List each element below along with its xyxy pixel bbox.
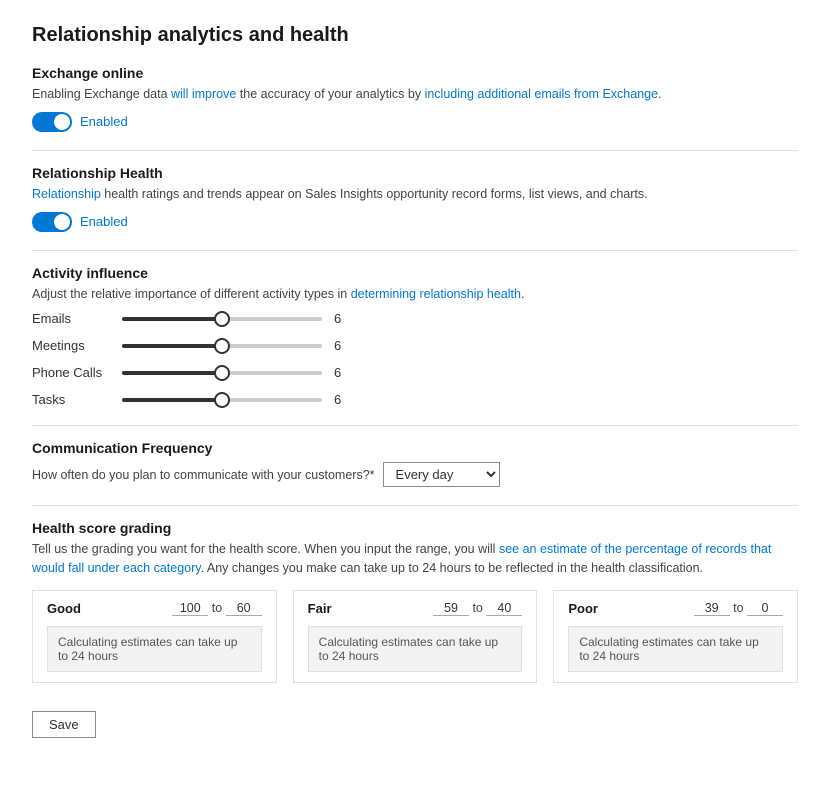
exchange-online-toggle[interactable] bbox=[32, 112, 72, 132]
relationship-health-description: Relationship health ratings and trends a… bbox=[32, 185, 798, 204]
slider-value-3: 6 bbox=[334, 392, 350, 407]
exchange-online-section: Exchange online Enabling Exchange data w… bbox=[32, 65, 798, 132]
slider-row: Emails 6 bbox=[32, 311, 798, 326]
health-cards-container: Good to Calculating estimates can take u… bbox=[32, 590, 798, 683]
slider-track-2 bbox=[122, 371, 322, 375]
divider-1 bbox=[32, 150, 798, 151]
health-score-grading-section: Health score grading Tell us the grading… bbox=[32, 520, 798, 683]
health-card-header-2: Poor to bbox=[568, 601, 783, 616]
health-card-to-2[interactable] bbox=[747, 601, 783, 616]
sliders-container: Emails 6 Meetings 6 Phone Calls 6 Tasks 6 bbox=[32, 311, 798, 407]
health-card-to-0[interactable] bbox=[226, 601, 262, 616]
health-score-grading-heading: Health score grading bbox=[32, 520, 798, 536]
slider-label-phone-calls: Phone Calls bbox=[32, 365, 122, 380]
relationship-health-toggle[interactable] bbox=[32, 212, 72, 232]
activity-influence-heading: Activity influence bbox=[32, 265, 798, 281]
slider-value-2: 6 bbox=[334, 365, 350, 380]
slider-track-0 bbox=[122, 317, 322, 321]
relationship-health-toggle-label: Enabled bbox=[80, 214, 128, 229]
health-card-from-1[interactable] bbox=[433, 601, 469, 616]
relationship-health-link[interactable]: Relationship bbox=[32, 187, 101, 201]
health-card-from-2[interactable] bbox=[694, 601, 730, 616]
slider-row: Tasks 6 bbox=[32, 392, 798, 407]
slider-value-0: 6 bbox=[334, 311, 350, 326]
health-card-body-2: Calculating estimates can take up to 24 … bbox=[568, 626, 783, 672]
exchange-online-link1[interactable]: will improve bbox=[171, 87, 236, 101]
slider-input-tasks[interactable] bbox=[122, 398, 322, 402]
health-card-title-good: Good bbox=[47, 601, 81, 616]
health-card-to-1[interactable] bbox=[486, 601, 522, 616]
save-button[interactable]: Save bbox=[32, 711, 96, 738]
health-card-body-0: Calculating estimates can take up to 24 … bbox=[47, 626, 262, 672]
relationship-health-toggle-row: Enabled bbox=[32, 212, 798, 232]
slider-input-meetings[interactable] bbox=[122, 344, 322, 348]
health-card-fair: Fair to Calculating estimates can take u… bbox=[293, 590, 538, 683]
health-card-header-1: Fair to bbox=[308, 601, 523, 616]
slider-track-3 bbox=[122, 398, 322, 402]
comm-freq-select[interactable]: Every dayEvery weekEvery monthEvery quar… bbox=[383, 462, 500, 487]
health-card-header-0: Good to bbox=[47, 601, 262, 616]
exchange-online-toggle-row: Enabled bbox=[32, 112, 798, 132]
health-card-good: Good to Calculating estimates can take u… bbox=[32, 590, 277, 683]
activity-influence-description: Adjust the relative importance of differ… bbox=[32, 285, 798, 304]
slider-label-emails: Emails bbox=[32, 311, 122, 326]
health-card-range-1: to bbox=[433, 601, 522, 616]
comm-freq-description: How often do you plan to communicate wit… bbox=[32, 468, 375, 482]
health-card-body-1: Calculating estimates can take up to 24 … bbox=[308, 626, 523, 672]
communication-frequency-section: Communication Frequency How often do you… bbox=[32, 440, 798, 487]
slider-row: Phone Calls 6 bbox=[32, 365, 798, 380]
slider-label-meetings: Meetings bbox=[32, 338, 122, 353]
slider-label-tasks: Tasks bbox=[32, 392, 122, 407]
health-card-range-2: to bbox=[694, 601, 783, 616]
slider-value-1: 6 bbox=[334, 338, 350, 353]
health-card-title-poor: Poor bbox=[568, 601, 598, 616]
health-score-grading-description: Tell us the grading you want for the hea… bbox=[32, 540, 798, 578]
communication-frequency-heading: Communication Frequency bbox=[32, 440, 798, 456]
exchange-online-heading: Exchange online bbox=[32, 65, 798, 81]
relationship-health-section: Relationship Health Relationship health … bbox=[32, 165, 798, 232]
slider-input-emails[interactable] bbox=[122, 317, 322, 321]
activity-influence-section: Activity influence Adjust the relative i… bbox=[32, 265, 798, 408]
slider-row: Meetings 6 bbox=[32, 338, 798, 353]
divider-2 bbox=[32, 250, 798, 251]
exchange-online-link2[interactable]: including additional emails from Exchang… bbox=[425, 87, 658, 101]
exchange-online-toggle-label: Enabled bbox=[80, 114, 128, 129]
activity-influence-link[interactable]: determining relationship health bbox=[351, 287, 521, 301]
relationship-health-heading: Relationship Health bbox=[32, 165, 798, 181]
health-card-title-fair: Fair bbox=[308, 601, 332, 616]
health-card-from-0[interactable] bbox=[172, 601, 208, 616]
slider-input-phone-calls[interactable] bbox=[122, 371, 322, 375]
health-card-range-0: to bbox=[172, 601, 261, 616]
comm-freq-row: How often do you plan to communicate wit… bbox=[32, 462, 798, 487]
slider-track-1 bbox=[122, 344, 322, 348]
exchange-online-description: Enabling Exchange data will improve the … bbox=[32, 85, 798, 104]
health-card-poor: Poor to Calculating estimates can take u… bbox=[553, 590, 798, 683]
divider-3 bbox=[32, 425, 798, 426]
page-title: Relationship analytics and health bbox=[32, 24, 798, 47]
divider-4 bbox=[32, 505, 798, 506]
